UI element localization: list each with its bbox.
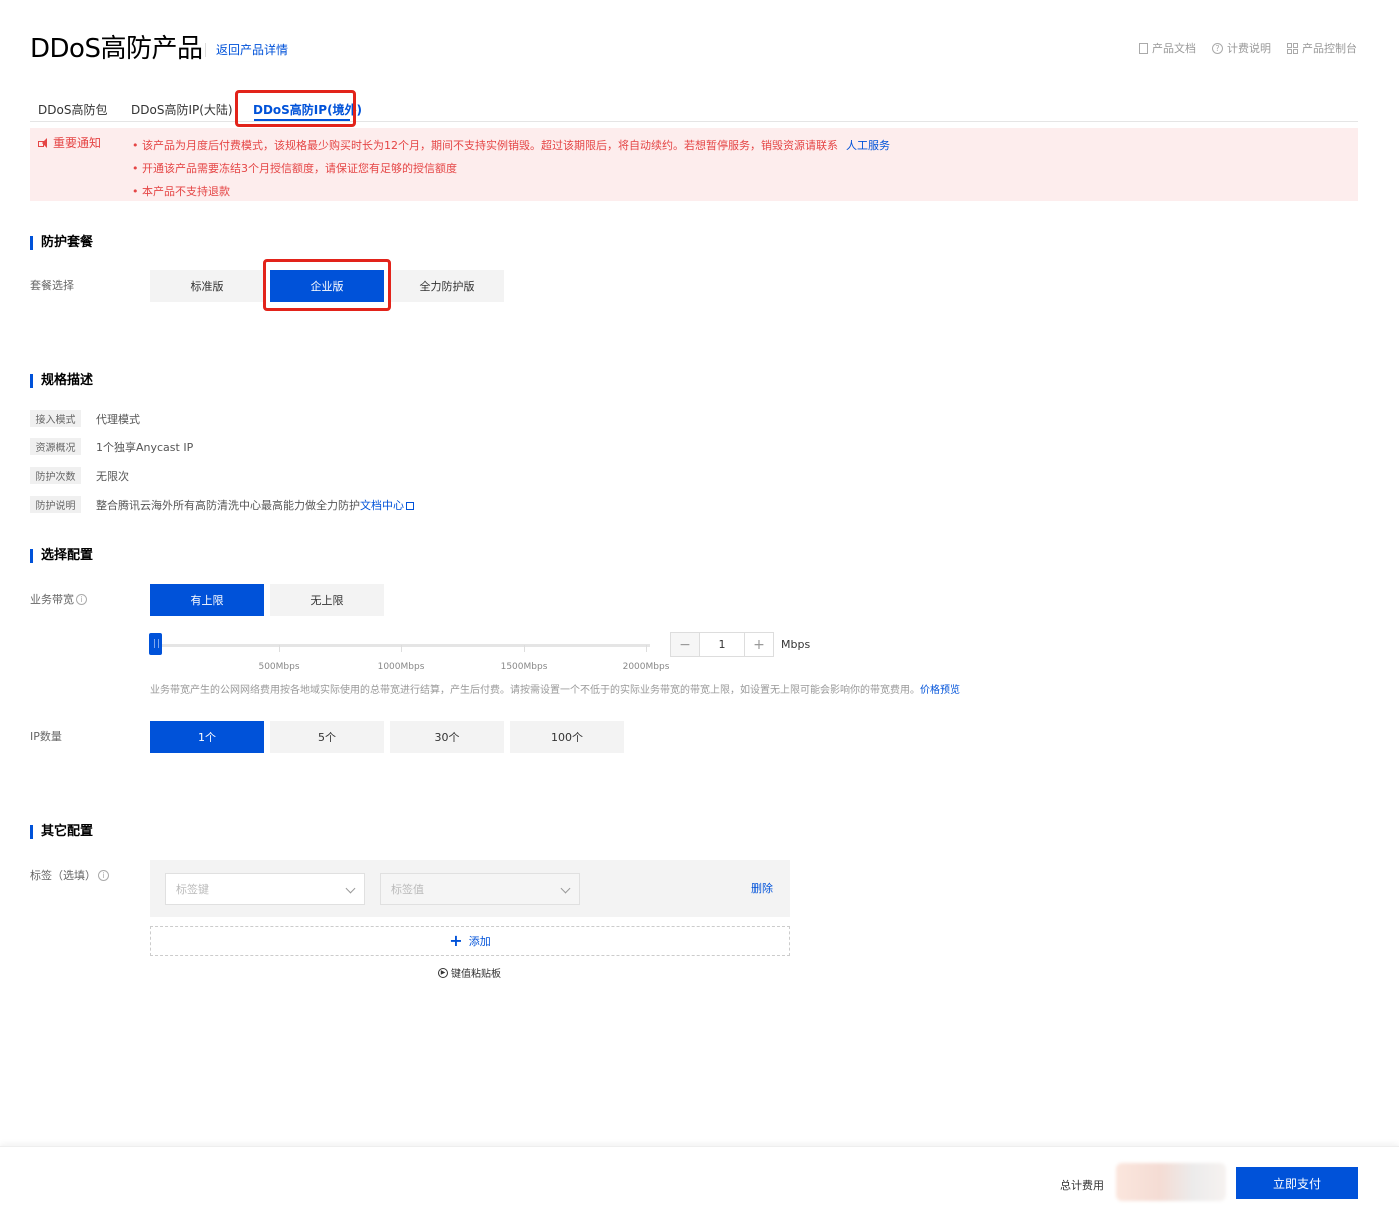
bandwidth-unit: Mbps bbox=[781, 638, 811, 651]
spec-tag: 防护说明 bbox=[30, 496, 81, 513]
ip-count-1-button[interactable]: 1个 bbox=[150, 721, 264, 753]
manual-service-link[interactable]: 人工服务 bbox=[846, 139, 890, 152]
package-label: 套餐选择 bbox=[30, 279, 74, 292]
slider-tick bbox=[401, 645, 402, 652]
add-tag-button[interactable]: + 添加 bbox=[150, 926, 790, 956]
slider-tick-label: 500Mbps bbox=[258, 662, 300, 672]
ip-count-30-button[interactable]: 30个 bbox=[390, 721, 504, 753]
notice-label: 重要通知 bbox=[38, 134, 101, 151]
spec-value: 无限次 bbox=[96, 470, 129, 483]
speaker-icon bbox=[38, 137, 50, 148]
external-link-icon bbox=[406, 502, 414, 510]
product-docs-link[interactable]: 产品文档 bbox=[1139, 40, 1196, 56]
notice-list: 该产品为月度后付费模式，该规格最少购买时长为12个月，期间不支持实例销毁。超过该… bbox=[132, 134, 890, 203]
info-icon[interactable]: i bbox=[98, 869, 109, 881]
tag-label: 标签（选填） i bbox=[30, 867, 109, 883]
bandwidth-hint: 业务带宽产生的公网网络费用按各地域实际使用的总带宽进行结算，产生后付费。请按需设… bbox=[150, 685, 960, 696]
pay-now-button[interactable]: 立即支付 bbox=[1236, 1167, 1358, 1199]
ip-count-5-button[interactable]: 5个 bbox=[270, 721, 384, 753]
doc-center-link[interactable]: 文档中心 bbox=[360, 499, 404, 512]
info-icon[interactable]: i bbox=[76, 593, 87, 605]
section-title-other: 其它配置 bbox=[30, 825, 93, 839]
help-icon: ? bbox=[1212, 42, 1223, 54]
chevron-down-icon bbox=[560, 883, 571, 894]
product-tabs: DDoS高防包 DDoS高防IP(大陆) DDoS高防IP(境外) bbox=[30, 92, 1358, 122]
increment-button[interactable]: + bbox=[745, 633, 773, 656]
highlight-box-package bbox=[263, 259, 391, 311]
ip-count-100-button[interactable]: 100个 bbox=[510, 721, 624, 753]
tab-ddos-package[interactable]: DDoS高防包 bbox=[38, 101, 107, 118]
total-cost-label: 总计费用 bbox=[1060, 1179, 1104, 1192]
chevron-down-icon bbox=[345, 883, 356, 894]
highlight-box-tab bbox=[235, 90, 356, 127]
slider-tick-label: 1500Mbps bbox=[500, 662, 548, 672]
slider-tick bbox=[279, 645, 280, 652]
spec-value: 1个独享Anycast IP bbox=[96, 441, 194, 454]
console-link[interactable]: 产品控制台 bbox=[1287, 40, 1357, 56]
tag-value-select[interactable]: 标签值 bbox=[380, 873, 580, 905]
bandwidth-label: 业务带宽 i bbox=[30, 591, 87, 607]
bandwidth-value-input[interactable]: 1 bbox=[699, 633, 745, 656]
bandwidth-capped-button[interactable]: 有上限 bbox=[150, 584, 264, 616]
spec-value: 整合腾讯云海外所有高防清洗中心最高能力做全力防护文档中心 bbox=[96, 497, 414, 513]
package-standard-button[interactable]: 标准版 bbox=[150, 270, 264, 302]
price-preview-link[interactable]: 价格预览 bbox=[920, 685, 960, 696]
spec-tag: 资源概况 bbox=[30, 438, 81, 455]
tag-editor: 标签键 标签值 删除 bbox=[150, 860, 790, 917]
section-title-config: 选择配置 bbox=[30, 549, 93, 563]
ip-count-label: IP数量 bbox=[30, 730, 62, 743]
spec-tag: 接入模式 bbox=[30, 410, 81, 427]
slider-tick bbox=[524, 645, 525, 652]
tag-key-select[interactable]: 标签键 bbox=[165, 873, 365, 905]
bandwidth-stepper: − 1 + bbox=[670, 632, 774, 657]
decrement-button[interactable]: − bbox=[671, 633, 699, 656]
page-title: DDoS高防产品 bbox=[30, 34, 203, 64]
doc-icon bbox=[1139, 42, 1148, 54]
section-title-spec: 规格描述 bbox=[30, 374, 93, 388]
bandwidth-unlimited-button[interactable]: 无上限 bbox=[270, 584, 384, 616]
tab-ddos-ip-mainland[interactable]: DDoS高防IP(大陆) bbox=[131, 101, 233, 118]
total-cost-value bbox=[1116, 1163, 1226, 1201]
bandwidth-slider-handle[interactable] bbox=[149, 633, 162, 655]
expand-icon: ▶ bbox=[438, 967, 448, 978]
delete-tag-link[interactable]: 删除 bbox=[751, 880, 773, 896]
bandwidth-slider-track[interactable] bbox=[150, 644, 650, 647]
notice-item: 该产品为月度后付费模式，该规格最少购买时长为12个月，期间不支持实例销毁。超过该… bbox=[132, 134, 890, 157]
slider-tick-label: 1000Mbps bbox=[377, 662, 425, 672]
plus-icon: + bbox=[449, 931, 463, 950]
notice-item: 本产品不支持退款 bbox=[132, 180, 890, 203]
spec-tag: 防护次数 bbox=[30, 467, 81, 484]
top-links: 产品文档 ? 计费说明 产品控制台 bbox=[1139, 40, 1357, 56]
section-title-package: 防护套餐 bbox=[30, 236, 93, 250]
back-to-product-link[interactable]: 返回产品详情 bbox=[205, 43, 288, 57]
slider-tick bbox=[646, 645, 647, 652]
spec-value: 代理模式 bbox=[96, 413, 140, 426]
important-notice: 重要通知 该产品为月度后付费模式，该规格最少购买时长为12个月，期间不支持实例销… bbox=[30, 128, 1358, 203]
notice-item: 开通该产品需要冻结3个月授信额度，请保证您有足够的授信额度 bbox=[132, 157, 890, 180]
grid-icon bbox=[1287, 42, 1298, 54]
package-full-protection-button[interactable]: 全力防护版 bbox=[390, 270, 504, 302]
slider-tick-label: 2000Mbps bbox=[622, 662, 670, 672]
checkout-footer: 总计费用 立即支付 bbox=[0, 1146, 1399, 1214]
clipboard-toggle[interactable]: ▶ 键值粘贴板 bbox=[438, 965, 501, 980]
billing-info-link[interactable]: ? 计费说明 bbox=[1212, 40, 1271, 56]
